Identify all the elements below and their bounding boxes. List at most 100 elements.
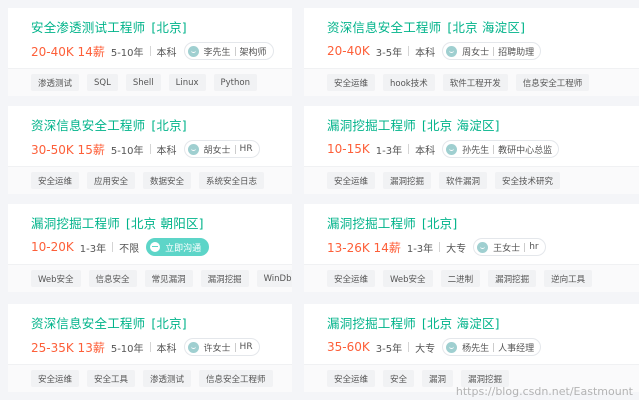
skill-tag: Web安全 bbox=[31, 270, 81, 287]
skill-tag: 常见漏洞 bbox=[144, 270, 193, 287]
experience: 5-10年 bbox=[110, 145, 144, 157]
skill-tag: Linux bbox=[168, 74, 206, 91]
divider bbox=[493, 46, 495, 56]
chat-now-button[interactable]: 立即沟通 bbox=[146, 238, 210, 256]
tag-list: 安全运维 Web安全 二进制 漏洞挖掘 逆向工具 bbox=[304, 264, 639, 292]
job-card[interactable]: 漏洞挖掘工程师 [北京 海淀区] 10-15K 1-3年 本科 孙先生 教研中心总… bbox=[304, 106, 639, 194]
salary: 20-40K bbox=[327, 44, 370, 58]
skill-tag: Python bbox=[213, 74, 257, 91]
recruiter-badge[interactable]: 孙先生 教研中心总监 bbox=[442, 140, 560, 158]
education: 本科 bbox=[415, 47, 436, 59]
skill-tag: 安全运维 bbox=[327, 172, 376, 189]
skill-tag: 漏洞挖掘 bbox=[383, 172, 432, 189]
recruiter-role: 招聘助理 bbox=[498, 47, 535, 58]
job-title[interactable]: 漏洞挖掘工程师 [北京 海淀区] bbox=[327, 316, 639, 331]
recruiter-badge[interactable]: 许女士 HR bbox=[183, 338, 260, 356]
divider bbox=[234, 144, 236, 154]
skill-tag: 信息安全工程师 bbox=[515, 74, 590, 91]
skill-tag: 数据安全 bbox=[143, 172, 192, 189]
recruiter-name: 许女士 bbox=[203, 343, 231, 354]
experience: 5-10年 bbox=[110, 47, 144, 59]
divider bbox=[493, 342, 495, 352]
skill-tag: SQL bbox=[87, 74, 118, 91]
job-card[interactable]: 漏洞挖掘工程师 [北京 海淀区] 35-60K 3-5年 大专 杨先生 人事经理 … bbox=[304, 304, 639, 392]
skill-tag: 安全运维 bbox=[327, 74, 376, 91]
recruiter-badge[interactable]: 胡女士 HR bbox=[183, 140, 260, 158]
skill-tag: 渗透测试 bbox=[31, 74, 80, 91]
skill-tag: 应用安全 bbox=[87, 172, 136, 189]
salary: 30-50K 15薪 bbox=[31, 142, 105, 157]
job-card[interactable]: 漏洞挖掘工程师 [北京] 13-26K 14薪 1-3年 大专 王女士 hr 安全… bbox=[304, 204, 639, 292]
skill-tag: 信息安全 bbox=[88, 270, 137, 287]
tag-list: Web安全 信息安全 常见漏洞 漏洞挖掘 WinDbg bbox=[8, 264, 292, 292]
recruiter-badge[interactable]: 王女士 hr bbox=[473, 238, 546, 256]
education: 本科 bbox=[156, 47, 177, 59]
recruiter-badge[interactable]: 杨先生 人事经理 bbox=[442, 338, 542, 356]
skill-tag: Shell bbox=[125, 74, 161, 91]
skill-tag: 逆向工具 bbox=[544, 270, 593, 287]
salary: 25-35K 13薪 bbox=[31, 340, 105, 355]
experience: 1-3年 bbox=[375, 145, 403, 157]
salary: 13-26K 14薪 bbox=[327, 240, 401, 255]
job-card[interactable]: 资深信息安全工程师 [北京] 25-35K 13薪 5-10年 本科 许女士 HR… bbox=[8, 304, 292, 392]
job-card[interactable]: 漏洞挖掘工程师 [北京 朝阳区] 10-20K 1-3年 不限 立即沟通 Web安… bbox=[8, 204, 292, 292]
avatar-icon bbox=[187, 143, 199, 155]
divider bbox=[149, 342, 151, 352]
divider bbox=[408, 144, 410, 154]
recruiter-role: 教研中心总监 bbox=[498, 145, 553, 156]
divider bbox=[524, 242, 526, 252]
skill-tag: 安全 bbox=[383, 370, 415, 387]
recruiter-name: 周女士 bbox=[462, 47, 490, 58]
divider bbox=[149, 46, 151, 56]
tag-list: 安全运维 hook技术 软件工程开发 信息安全工程师 bbox=[304, 68, 639, 96]
skill-tag: 漏洞挖掘 bbox=[200, 270, 249, 287]
job-card[interactable]: 安全渗透测试工程师 [北京] 20-40K 14薪 5-10年 本科 李先生 架构… bbox=[8, 8, 292, 96]
experience: 5-10年 bbox=[110, 343, 144, 355]
job-title[interactable]: 漏洞挖掘工程师 [北京] bbox=[327, 216, 639, 231]
job-title[interactable]: 漏洞挖掘工程师 [北京 朝阳区] bbox=[31, 216, 292, 231]
experience: 1-3年 bbox=[406, 243, 434, 255]
skill-tag: 渗透测试 bbox=[143, 370, 192, 387]
avatar-icon bbox=[187, 45, 199, 57]
job-card[interactable]: 资深信息安全工程师 [北京] 30-50K 15薪 5-10年 本科 胡女士 HR… bbox=[8, 106, 292, 194]
skill-tag: 安全运维 bbox=[327, 270, 376, 287]
job-title[interactable]: 资深信息安全工程师 [北京] bbox=[31, 118, 292, 133]
salary: 10-15K bbox=[327, 142, 370, 156]
skill-tag: 安全运维 bbox=[327, 370, 376, 387]
recruiter-badge[interactable]: 李先生 架构师 bbox=[183, 42, 274, 60]
divider bbox=[439, 242, 441, 252]
watermark: https://blog.csdn.net/Eastmount bbox=[455, 385, 633, 398]
skill-tag: 安全技术研究 bbox=[495, 172, 561, 189]
recruiter-name: 胡女士 bbox=[203, 145, 231, 156]
job-title[interactable]: 漏洞挖掘工程师 [北京 海淀区] bbox=[327, 118, 639, 133]
tag-list: 安全运维 应用安全 数据安全 系统安全日志 bbox=[8, 166, 292, 194]
skill-tag: 软件工程开发 bbox=[442, 74, 508, 91]
recruiter-name: 杨先生 bbox=[462, 343, 490, 354]
skill-tag: 漏洞 bbox=[422, 370, 454, 387]
chat-now-label: 立即沟通 bbox=[165, 243, 202, 254]
recruiter-badge[interactable]: 周女士 招聘助理 bbox=[442, 42, 542, 60]
recruiter-name: 孙先生 bbox=[462, 145, 490, 156]
avatar-icon bbox=[446, 341, 458, 353]
job-card[interactable]: 资深信息安全工程师 [北京 海淀区] 20-40K 3-5年 本科 周女士 招聘助… bbox=[304, 8, 639, 96]
recruiter-role: 架构师 bbox=[239, 47, 267, 58]
job-title[interactable]: 资深信息安全工程师 [北京] bbox=[31, 316, 292, 331]
education: 本科 bbox=[415, 145, 436, 157]
avatar-icon bbox=[446, 143, 458, 155]
job-title[interactable]: 资深信息安全工程师 [北京 海淀区] bbox=[327, 20, 639, 35]
divider bbox=[149, 144, 151, 154]
tag-list: 安全运维 安全工具 渗透测试 信息安全工程师 bbox=[8, 364, 292, 392]
job-title[interactable]: 安全渗透测试工程师 [北京] bbox=[31, 20, 292, 35]
experience: 1-3年 bbox=[79, 243, 107, 255]
divider bbox=[408, 342, 410, 352]
chat-icon bbox=[150, 242, 161, 252]
skill-tag: 软件漏洞 bbox=[439, 172, 488, 189]
avatar-icon bbox=[477, 241, 489, 253]
divider bbox=[408, 46, 410, 56]
tag-list: 渗透测试 SQL Shell Linux Python bbox=[8, 68, 292, 96]
experience: 3-5年 bbox=[375, 343, 403, 355]
education: 本科 bbox=[156, 145, 177, 157]
divider bbox=[112, 242, 114, 252]
recruiter-role: hr bbox=[529, 242, 539, 252]
salary: 35-60K bbox=[327, 340, 370, 354]
